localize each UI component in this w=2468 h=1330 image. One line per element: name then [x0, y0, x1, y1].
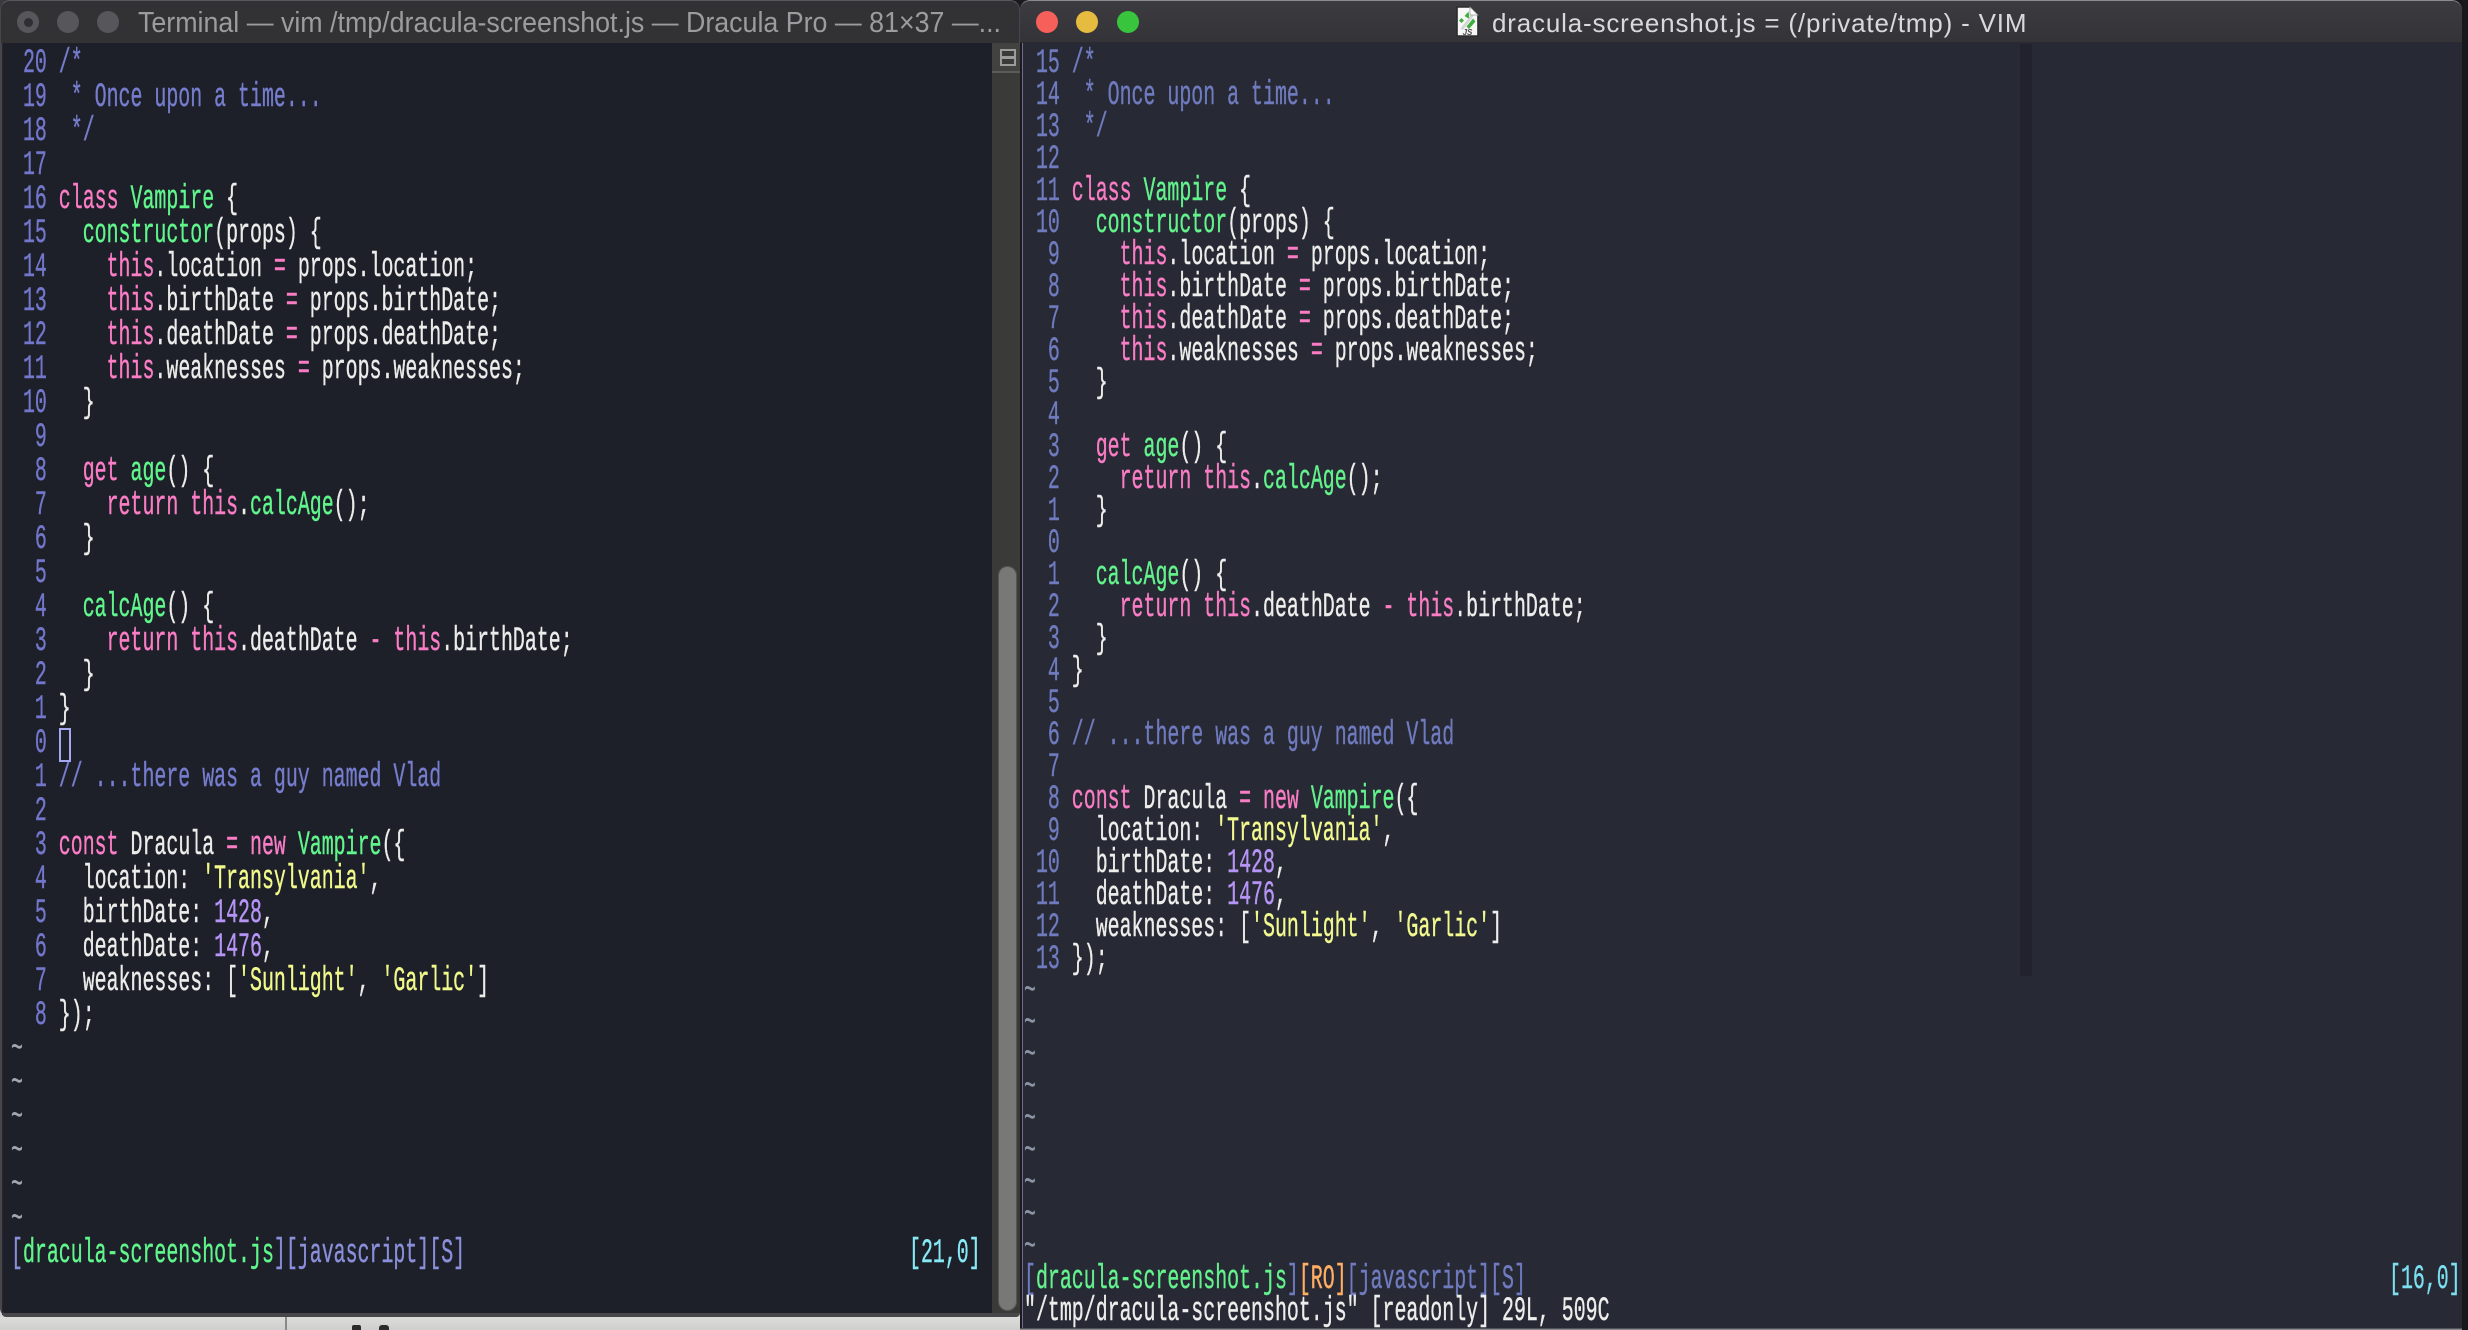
svg-text:JS: JS — [1463, 28, 1473, 37]
